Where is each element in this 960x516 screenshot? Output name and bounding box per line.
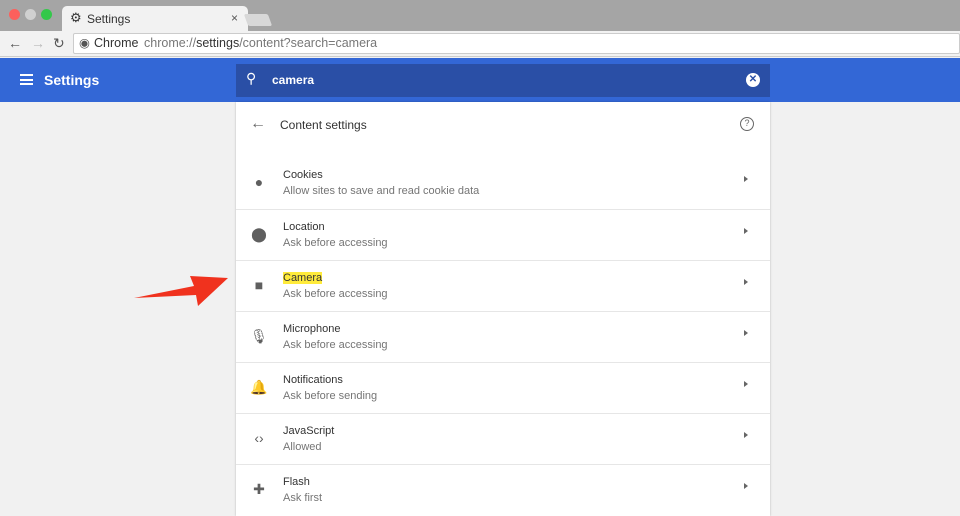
tab-strip: ⚙ Settings × xyxy=(0,0,960,31)
back-icon[interactable]: ← xyxy=(8,35,22,51)
toolbar: ← → ↻ ◉ Chrome chrome://settings/content… xyxy=(0,31,960,57)
annotation-arrow xyxy=(134,276,228,306)
row-description: Ask first xyxy=(283,492,323,504)
puzzle-icon: ✚ xyxy=(253,481,265,497)
row-description: Ask before accessing xyxy=(283,237,388,249)
address-bar[interactable]: ◉ Chrome chrome://settings/content?searc… xyxy=(73,33,960,54)
cookie-icon: ● xyxy=(254,174,264,190)
tab-settings[interactable]: ⚙ Settings × xyxy=(62,6,248,31)
chevron-right-icon xyxy=(744,330,748,336)
chevron-right-icon xyxy=(744,381,748,387)
content-settings-card: ← Content settings ? ● Cookies Allow sit… xyxy=(236,102,770,516)
back-arrow-icon[interactable]: ← xyxy=(250,115,266,133)
row-description: Ask before accessing xyxy=(283,339,388,351)
code-icon: ‹› xyxy=(254,430,264,446)
search-icon: ⚲ xyxy=(246,70,257,86)
settings-row-cookies[interactable]: ● Cookies Allow sites to save and read c… xyxy=(236,158,770,209)
row-label: JavaScript xyxy=(283,425,335,437)
bell-icon: 🔔 xyxy=(250,379,268,395)
mic-icon: 🎙 xyxy=(250,328,268,344)
new-tab-button[interactable] xyxy=(243,14,273,26)
settings-row-notifications[interactable]: 🔔 Notifications Ask before sending xyxy=(236,362,770,413)
forward-icon[interactable]: → xyxy=(31,35,45,51)
chevron-right-icon xyxy=(744,483,748,489)
maximize-window-button[interactable] xyxy=(41,9,52,20)
row-description: Ask before accessing xyxy=(283,288,388,300)
row-label: Location xyxy=(283,221,325,233)
location-pin-icon: ⬤ xyxy=(251,226,267,242)
section-title: Content settings xyxy=(280,118,367,132)
gear-icon: ⚙ xyxy=(70,10,82,25)
search-input[interactable]: camera xyxy=(272,73,314,87)
close-window-button[interactable] xyxy=(9,9,20,20)
reload-icon[interactable]: ↻ xyxy=(53,35,65,52)
row-label: Camera xyxy=(283,272,323,284)
row-label: Cookies xyxy=(283,169,323,181)
chevron-right-icon xyxy=(744,176,748,182)
close-tab-icon[interactable]: × xyxy=(231,11,238,25)
settings-row-camera[interactable]: ■ Camera Ask before accessing xyxy=(236,260,770,311)
chevron-right-icon xyxy=(744,279,748,285)
row-description: Allow sites to save and read cookie data xyxy=(283,185,480,197)
chevron-right-icon xyxy=(744,228,748,234)
row-label: Microphone xyxy=(283,323,341,335)
row-label: Notifications xyxy=(283,374,343,386)
settings-row-javascript[interactable]: ‹› JavaScript Allowed xyxy=(236,413,770,464)
page-title: Settings xyxy=(44,72,100,88)
clear-search-icon[interactable]: ✕ xyxy=(746,73,760,87)
settings-row-location[interactable]: ⬤ Location Ask before accessing xyxy=(236,209,770,260)
help-icon[interactable]: ? xyxy=(740,117,754,131)
settings-row-flash[interactable]: ✚ Flash Ask first xyxy=(236,464,770,515)
row-label: Flash xyxy=(283,476,310,488)
row-description: Allowed xyxy=(283,441,322,453)
row-description: Ask before sending xyxy=(283,390,378,402)
chrome-logo-icon: ◉ xyxy=(79,36,90,50)
settings-header: Settings ⚲ camera ✕ xyxy=(0,58,960,102)
videocam-icon: ■ xyxy=(254,277,264,293)
minimize-window-button[interactable] xyxy=(25,9,36,20)
menu-icon[interactable] xyxy=(20,74,33,85)
url-text: chrome://settings/content?search=camera xyxy=(144,36,378,50)
search-field[interactable]: ⚲ camera ✕ xyxy=(236,64,770,97)
chevron-right-icon xyxy=(744,432,748,438)
settings-row-microphone[interactable]: 🎙 Microphone Ask before accessing xyxy=(236,311,770,362)
